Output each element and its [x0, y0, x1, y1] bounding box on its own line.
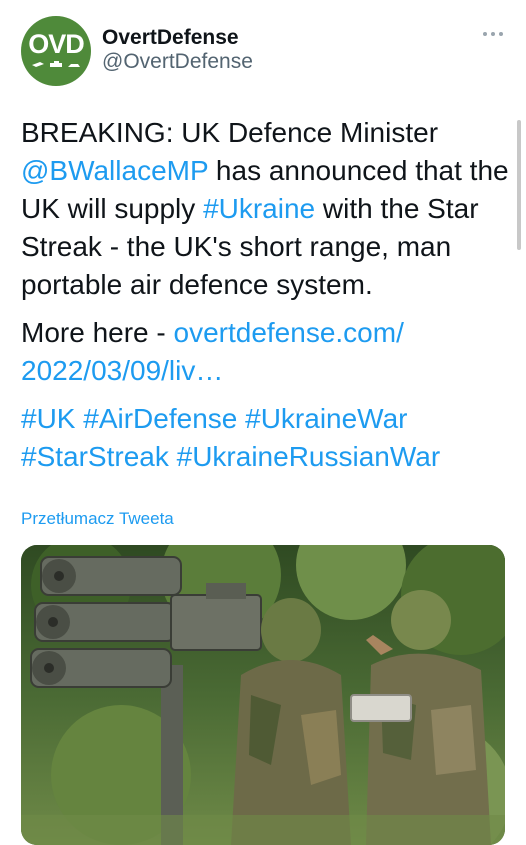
- hashtag-link[interactable]: #UkraineWar: [245, 403, 407, 434]
- tweet-image[interactable]: [21, 545, 505, 845]
- more-here-line: More here - overtdefense.com/ 2022/03/09…: [21, 314, 511, 390]
- more-options-icon[interactable]: [483, 30, 505, 38]
- hashtag-link[interactable]: #Ukraine: [203, 193, 315, 224]
- hashtag-list: #UK #AirDefense #UkraineWar #StarStreak …: [21, 400, 511, 476]
- tweet-text-part: BREAKING: UK Defence Minister: [21, 117, 439, 148]
- hashtag-link[interactable]: #AirDefense: [83, 403, 237, 434]
- hashtag-link[interactable]: #UkraineRussianWar: [177, 441, 441, 472]
- tweet-body: BREAKING: UK Defence Minister @BWallaceMP…: [21, 114, 511, 304]
- avatar[interactable]: OVD: [21, 16, 91, 86]
- translate-tweet-link[interactable]: Przetłumacz Tweeta: [21, 509, 174, 529]
- display-name[interactable]: OvertDefense: [102, 26, 253, 50]
- user-handle[interactable]: @OvertDefense: [102, 50, 253, 74]
- more-here-label: More here -: [21, 317, 174, 348]
- avatar-logo-text: OVD: [28, 29, 85, 59]
- soldiers-with-launcher-image: [21, 545, 505, 845]
- mention-link[interactable]: @BWallaceMP: [21, 155, 208, 186]
- hashtag-link[interactable]: #UK: [21, 403, 75, 434]
- avatar-vehicle-icons: [32, 61, 80, 67]
- tweet-header: OVD OvertDefense @OvertDefense: [21, 16, 505, 86]
- scrollbar[interactable]: [517, 120, 521, 250]
- tweet-text: BREAKING: UK Defence Minister @BWallaceMP…: [21, 114, 511, 476]
- hashtag-link[interactable]: #StarStreak: [21, 441, 169, 472]
